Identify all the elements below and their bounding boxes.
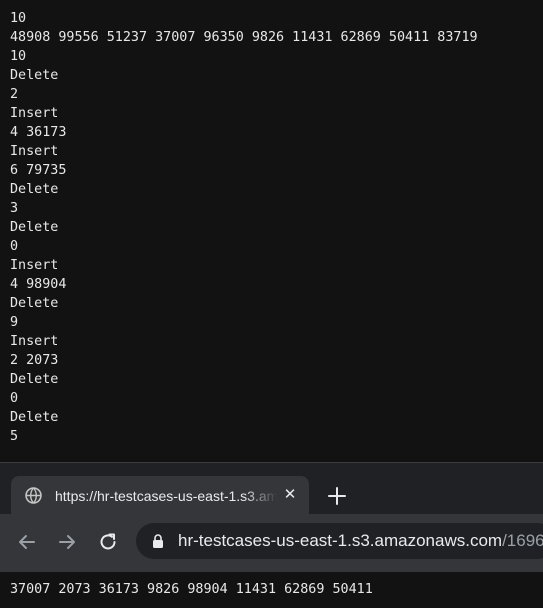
input-text-lines: 10 48908 99556 51237 37007 96350 9826 114… <box>10 9 478 446</box>
arrow-right-icon[interactable] <box>54 529 80 555</box>
url-text[interactable]: hr-testcases-us-east-1.s3.amazonaws.com/… <box>178 530 543 552</box>
text-line: Delete <box>10 410 59 425</box>
browser-toolbar: hr-testcases-us-east-1.s3.amazonaws.com/… <box>0 514 543 573</box>
text-line: 6 79735 <box>10 163 67 178</box>
text-line: 48908 99556 51237 37007 96350 9826 11431… <box>10 30 478 45</box>
text-line: 2 2073 <box>10 353 59 368</box>
text-line: Delete <box>10 296 59 311</box>
plus-icon[interactable] <box>324 483 350 509</box>
text-line: 0 <box>10 391 19 406</box>
url-host: hr-testcases-us-east-1.s3.amazonaws.com <box>178 531 503 550</box>
text-line: 2 <box>10 87 19 102</box>
text-line: Insert <box>10 334 59 349</box>
tab-strip: https://hr-testcases-us-east-1.s3.amazon… <box>0 463 543 514</box>
output-text-line: 37007 2073 36173 9826 98904 11431 62869 … <box>10 582 373 597</box>
text-line: Delete <box>10 182 59 197</box>
text-line: Delete <box>10 372 59 387</box>
url-path: /1696 <box>502 531 543 550</box>
text-line: 10 <box>10 11 27 26</box>
text-line: Insert <box>10 106 59 121</box>
reload-icon[interactable] <box>95 529 121 555</box>
text-line: 0 <box>10 239 19 254</box>
browser-window: https://hr-testcases-us-east-1.s3.amazon… <box>0 462 543 573</box>
tab-title: https://hr-testcases-us-east-1.s3.amazon… <box>55 488 277 504</box>
bottom-output-panel: 37007 2073 36173 9826 98904 11431 62869 … <box>0 572 543 608</box>
text-line: 3 <box>10 201 19 216</box>
arrow-left-icon[interactable] <box>14 529 40 555</box>
close-icon[interactable]: ✕ <box>281 486 299 504</box>
text-line: Insert <box>10 144 59 159</box>
lock-icon[interactable] <box>150 533 166 549</box>
browser-tab[interactable]: https://hr-testcases-us-east-1.s3.amazon… <box>11 476 309 514</box>
text-line: 4 36173 <box>10 125 67 140</box>
top-output-panel: 10 48908 99556 51237 37007 96350 9826 114… <box>0 0 543 462</box>
text-line: 5 <box>10 429 19 444</box>
text-line: 10 <box>10 49 27 64</box>
text-line: Delete <box>10 220 59 235</box>
text-line: Delete <box>10 68 59 83</box>
text-line: 4 98904 <box>10 277 67 292</box>
globe-icon <box>25 487 42 504</box>
address-bar[interactable]: hr-testcases-us-east-1.s3.amazonaws.com/… <box>136 523 543 559</box>
text-line: 9 <box>10 315 19 330</box>
text-line: Insert <box>10 258 59 273</box>
